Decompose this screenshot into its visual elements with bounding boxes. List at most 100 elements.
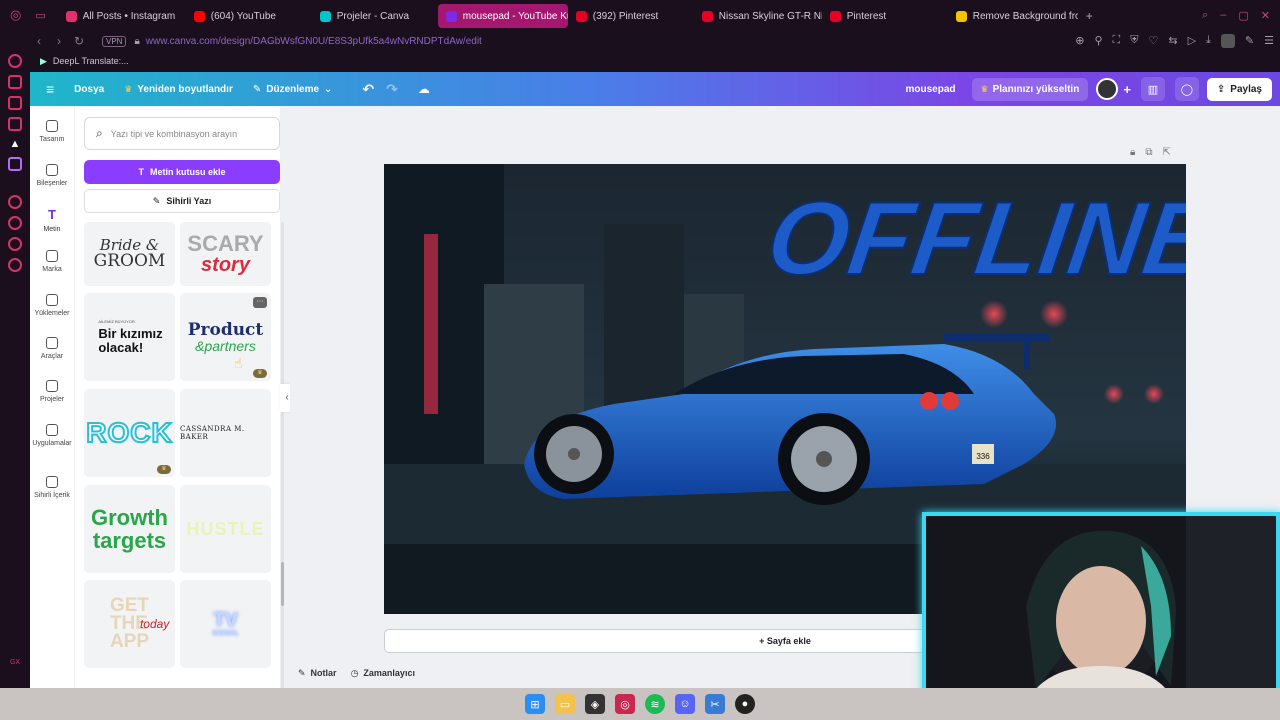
forward-icon[interactable]: › [50,34,68,48]
gx-control-icon[interactable] [8,54,22,68]
text-template-growth-targets[interactable]: Growth targets [84,485,175,573]
tile-line: SCARY [187,231,264,256]
close-window-icon[interactable]: ✕ [1261,9,1270,22]
insights-icon[interactable]: ▥ [1140,77,1165,101]
document-title[interactable]: mousepad [906,84,956,95]
pin-icon[interactable]: ⚲ [1094,34,1102,48]
twitch-icon[interactable] [8,157,22,171]
hamburger-icon[interactable]: ≡ [46,81,54,97]
share-button[interactable]: ⇪ Paylaş [1206,77,1272,101]
text-template-tv-signal[interactable]: TV SIGNAL [180,580,271,668]
download-icon[interactable]: ⤓ [1206,34,1211,48]
extensions-icon[interactable]: ✎ [1245,34,1254,48]
magic-write-button[interactable]: ✎ Sihirli Yazı [84,189,280,213]
tab-favicon-icon [701,10,713,22]
instagram-side-icon[interactable] [8,117,22,131]
rail-item-upload[interactable]: Yüklemeler [30,294,74,317]
translate-icon[interactable]: ⇆ [1168,34,1177,48]
layout-icon [46,120,58,132]
opera-gx-logo-icon[interactable]: ◎ [10,7,21,23]
tab-list-icon[interactable]: ▭ [35,9,45,22]
editing-mode-button[interactable]: ✎ Düzenleme ⌄ [253,84,333,95]
bookmark-deepl[interactable]: DeepL Translate:... [53,56,129,66]
profile-icon[interactable] [1220,34,1235,48]
premium-crown-icon: ♛ [157,465,171,474]
more-options-icon[interactable]: ··· [253,297,267,308]
messenger-icon[interactable] [8,96,22,110]
snipping-tool-icon[interactable]: ✂ [705,694,725,714]
search-tabs-icon[interactable]: ⌕ [1202,9,1208,22]
new-tab-button[interactable]: + [1078,4,1101,28]
file-explorer-icon[interactable]: ▭ [555,694,575,714]
browser-tab[interactable]: Projeler - Canva [312,4,438,28]
windows-start-icon[interactable]: ⊞ [525,694,545,714]
resize-button[interactable]: ♛ Yeniden boyutlandır [124,84,233,95]
text-template-rock[interactable]: ROCK ♛ [84,389,175,477]
browser-tab[interactable]: (604) YouTube [186,4,312,28]
vpn-badge[interactable]: VPN [102,35,127,47]
play-icon[interactable]: ▷ [1188,34,1196,48]
text-template-product-partners[interactable]: ··· Product &partners ♛ ☝ [180,293,271,381]
comment-icon[interactable]: ◯ [1174,77,1199,101]
rail-item-text[interactable]: T Metin [30,207,74,233]
obs-icon[interactable]: ● [735,694,755,714]
undo-icon[interactable]: ↶ [362,81,374,98]
upgrade-button[interactable]: ♛ Planınızı yükseltin [971,77,1089,101]
redo-icon[interactable]: ↷ [386,81,398,98]
maximize-icon[interactable]: ▢ [1238,9,1248,22]
zoom-icon[interactable]: ⊕ [1075,34,1084,48]
invite-plus-icon[interactable]: + [1123,82,1131,97]
rail-item-tools[interactable]: Araçlar [30,337,74,360]
scrollbar-thumb[interactable] [281,562,284,606]
panel-scrollbar[interactable] [281,222,284,688]
rail-item-elements[interactable]: Bileşenler [30,164,74,187]
rail-item-brand[interactable]: Marka [30,250,74,273]
extensions-side-icon[interactable] [8,237,22,251]
text-template-get-the-app[interactable]: GET THE APP today [84,580,175,668]
rail-item-folder[interactable]: Projeler [30,380,74,403]
rail-item-magic-media[interactable]: Sihirli İçerik [30,476,74,499]
duplicate-page-icon[interactable]: ⧉ [1145,147,1152,158]
bookmark-icon[interactable]: ♡ [1148,34,1158,48]
notes-button[interactable]: ✎ Notlar [298,668,337,679]
rail-item-layout[interactable]: Tasarım [30,120,74,143]
text-template-baby[interactable]: AİLEMİZ BÜYÜYOR Bir kızımız olacak! [84,293,175,381]
browser-tab[interactable]: (392) Pinterest [568,4,694,28]
reload-icon[interactable]: ↻ [70,34,88,48]
history-icon[interactable] [8,216,22,230]
add-page-icon[interactable]: ⇱ [1162,147,1170,158]
timer-button[interactable]: ◷ Zamanlayıcı [351,668,415,679]
menu-icon[interactable]: ☰ [1264,34,1274,48]
gx-corner-icon[interactable] [8,75,22,89]
text-template-scary-story[interactable]: SCARY story [180,222,271,286]
browser-tab[interactable]: All Posts • Instagram [58,4,186,28]
text-template-bride-groom[interactable]: Bride & GROOM [84,222,175,286]
app-icon[interactable]: ◈ [585,694,605,714]
back-icon[interactable]: ‹ [30,34,48,48]
shield-icon[interactable]: ⛨ [1130,34,1138,48]
avatar[interactable] [1096,78,1119,100]
aria-icon[interactable]: ▲ [10,138,21,150]
settings-icon[interactable] [8,258,22,272]
file-menu[interactable]: Dosya [74,84,104,95]
text-template-cassandra[interactable]: CASSANDRA M. BAKER [180,389,271,477]
snapshot-icon[interactable]: ⛶ [1113,34,1121,48]
opera-gx-icon[interactable]: ◎ [615,694,635,714]
font-search-input[interactable]: ⌕ Yazı tipi ve kombinasyon arayın [84,117,280,150]
browser-tab[interactable]: mousepad - YouTube Kü [437,4,568,28]
timer-icon: ◷ [350,668,359,678]
player-icon[interactable] [8,195,22,209]
minimize-icon[interactable]: – [1220,9,1226,21]
spotify-icon[interactable]: ≋ [645,694,665,714]
browser-tab[interactable]: Remove Background from [948,4,1078,28]
cloud-save-icon[interactable]: ☁ [418,82,430,96]
rail-item-apps[interactable]: Uygulamalar [30,424,74,447]
discord-icon[interactable]: ☺ [675,694,695,714]
tile-line: story [201,254,250,276]
text-template-hustle[interactable]: HUSTLE [180,485,271,573]
lock-page-icon[interactable]: 🔒︎ [1130,147,1135,158]
browser-tab[interactable]: Nissan Skyline GT-R Nis [694,4,822,28]
browser-tab[interactable]: Pinterest [822,4,948,28]
add-textbox-button[interactable]: T Metin kutusu ekle [84,160,280,184]
url-field[interactable]: www.canva.com/design/DAGbWsfGN0U/E8S3pUf… [146,36,482,47]
